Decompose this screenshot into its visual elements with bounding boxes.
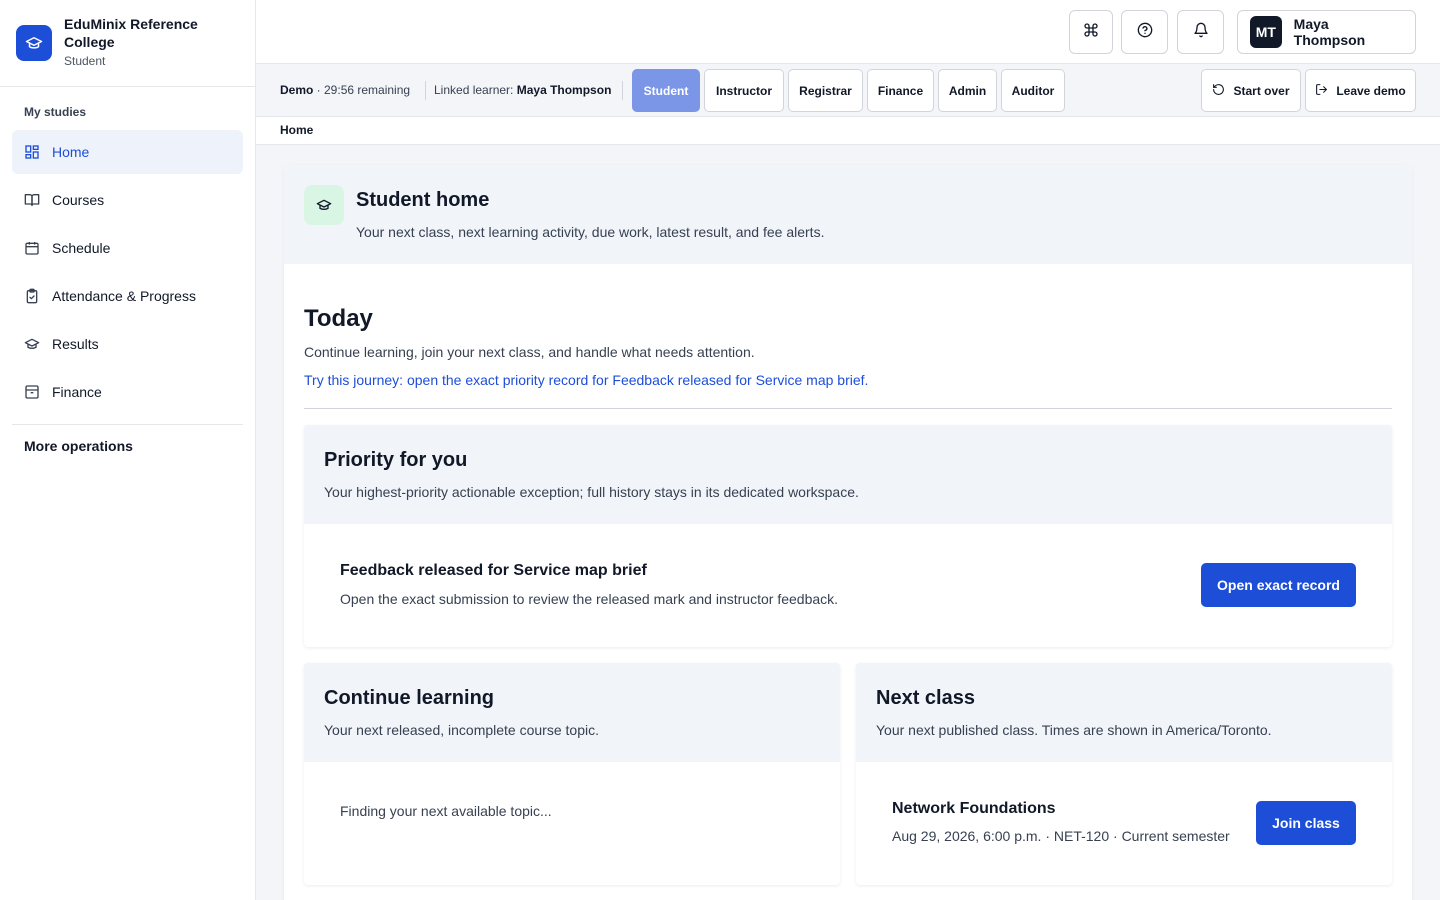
today-title: Today xyxy=(304,305,373,332)
notifications-button[interactable] xyxy=(1177,10,1224,54)
next-class-title: Next class xyxy=(876,687,975,709)
divider xyxy=(622,81,623,100)
demo-label: Demo xyxy=(280,83,314,97)
sidebar-item-label: Attendance & Progress xyxy=(52,288,196,304)
command-icon xyxy=(1083,22,1099,43)
linked-name: Maya Thompson xyxy=(516,83,612,97)
sidebar-item-courses[interactable]: Courses xyxy=(12,178,243,222)
refresh-icon xyxy=(1212,83,1225,99)
role-admin-button[interactable]: Admin xyxy=(938,69,997,112)
dashboard-icon xyxy=(24,144,40,160)
leave-demo-label: Leave demo xyxy=(1336,83,1406,98)
graduation-cap-icon xyxy=(304,185,344,225)
class-details: Aug 29, 2026, 6:00 p.m. · NET-120 · Curr… xyxy=(892,828,1230,844)
role-finance-button[interactable]: Finance xyxy=(867,69,934,112)
sidebar-item-label: Home xyxy=(52,144,90,160)
next-class-subtitle: Your next published class. Times are sho… xyxy=(876,722,1272,738)
user-name: Maya Thompson xyxy=(1293,16,1366,48)
avatar: MT xyxy=(1250,16,1282,48)
priority-card-header: Priority for you Your highest-priority a… xyxy=(304,425,1392,524)
leave-demo-button[interactable]: Leave demo xyxy=(1305,69,1416,112)
nav-heading: My studies xyxy=(24,105,87,119)
top-bar: MT Maya Thompson xyxy=(256,0,1440,64)
priority-item-subtitle: Open the exact submission to review the … xyxy=(340,591,839,607)
help-button[interactable] xyxy=(1121,10,1168,54)
student-home-panel: Student home Your next class, next learn… xyxy=(284,165,1412,900)
sidebar-item-label: Results xyxy=(52,336,99,352)
demo-bar: Demo · 29:56 remaining Linked learner: M… xyxy=(256,64,1440,117)
command-palette-button[interactable] xyxy=(1069,10,1113,54)
continue-title: Continue learning xyxy=(324,687,494,709)
brand-name: EduMinix Reference College xyxy=(64,16,198,50)
sidebar-item-results[interactable]: Results xyxy=(12,322,243,366)
divider xyxy=(304,408,1392,409)
journey-link[interactable]: Try this journey: open the exact priorit… xyxy=(304,372,868,388)
role-auditor-button[interactable]: Auditor xyxy=(1001,69,1065,112)
start-over-button[interactable]: Start over xyxy=(1201,69,1301,112)
sidebar-item-home[interactable]: Home xyxy=(12,130,243,174)
more-operations-toggle[interactable]: More operations xyxy=(0,425,255,467)
user-menu-button[interactable]: MT Maya Thompson xyxy=(1237,10,1416,54)
main-content: Student home Your next class, next learn… xyxy=(256,145,1440,900)
linked-label: Linked learner: xyxy=(434,83,517,97)
loading-text: Finding your next available topic... xyxy=(340,803,552,819)
divider xyxy=(425,81,426,100)
logout-icon xyxy=(1315,83,1328,99)
sidebar-item-label: Finance xyxy=(52,384,102,400)
sidebar-item-label: Schedule xyxy=(52,240,111,256)
priority-item-title: Feedback released for Service map brief xyxy=(340,562,647,579)
role-instructor-button[interactable]: Instructor xyxy=(704,69,784,112)
role-registrar-button[interactable]: Registrar xyxy=(788,69,863,112)
today-subtitle: Continue learning, join your next class,… xyxy=(304,344,755,360)
start-over-label: Start over xyxy=(1233,83,1290,98)
archive-icon xyxy=(24,384,40,400)
priority-card: Priority for you Your highest-priority a… xyxy=(304,425,1392,647)
clipboard-check-icon xyxy=(24,288,40,304)
calendar-icon xyxy=(24,240,40,256)
page-title: Student home xyxy=(356,189,490,211)
graduation-cap-icon xyxy=(16,25,52,61)
page-subtitle: Your next class, next learning activity,… xyxy=(356,224,825,240)
sidebar-item-finance[interactable]: Finance xyxy=(12,370,243,414)
bell-icon xyxy=(1193,22,1209,43)
priority-title: Priority for you xyxy=(324,449,468,471)
brand-role: Student xyxy=(64,54,106,68)
breadcrumb-home[interactable]: Home xyxy=(280,123,313,137)
continue-card-header: Continue learning Your next released, in… xyxy=(304,663,840,762)
join-class-button[interactable]: Join class xyxy=(1256,801,1356,845)
help-icon xyxy=(1137,22,1153,43)
sidebar: EduMinix Reference College Student My st… xyxy=(0,0,256,900)
linked-learner: Linked learner: Maya Thompson xyxy=(434,83,611,97)
demo-timer: Demo · 29:56 remaining xyxy=(280,83,410,97)
demo-remaining: · 29:56 remaining xyxy=(313,83,411,97)
sidebar-item-schedule[interactable]: Schedule xyxy=(12,226,243,270)
role-student-button[interactable]: Student xyxy=(632,69,700,112)
breadcrumb: Home xyxy=(256,117,1440,145)
priority-subtitle: Your highest-priority actionable excepti… xyxy=(324,484,859,500)
next-class-card: Next class Your next published class. Ti… xyxy=(856,663,1392,885)
sidebar-item-label: Courses xyxy=(52,192,105,208)
next-class-card-header: Next class Your next published class. Ti… xyxy=(856,663,1392,762)
book-open-icon xyxy=(24,192,40,208)
open-exact-record-button[interactable]: Open exact record xyxy=(1201,563,1356,607)
panel-header: Student home Your next class, next learn… xyxy=(284,165,1412,264)
graduation-cap-icon xyxy=(24,336,40,352)
continue-learning-card: Continue learning Your next released, in… xyxy=(304,663,840,885)
class-course-name: Network Foundations xyxy=(892,800,1056,817)
brand-header: EduMinix Reference College Student xyxy=(0,0,255,87)
continue-subtitle: Your next released, incomplete course to… xyxy=(324,722,599,738)
sidebar-item-attendance[interactable]: Attendance & Progress xyxy=(12,274,243,318)
